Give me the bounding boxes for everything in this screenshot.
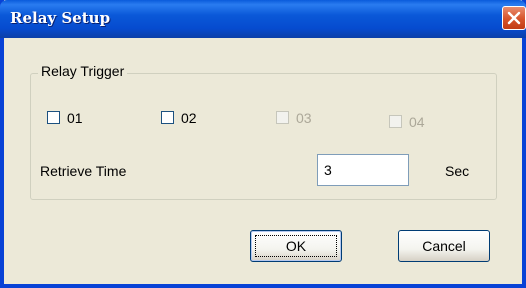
relay-trigger-group [30, 73, 497, 200]
relay-trigger-label: Relay Trigger [38, 63, 128, 79]
checkbox-box [389, 115, 402, 128]
checkbox-box [276, 111, 289, 124]
ok-label: OK [285, 238, 307, 254]
checkbox-box[interactable] [161, 111, 174, 124]
retrieve-time-label: Retrieve Time [40, 163, 127, 179]
relay-03-label: 03 [296, 110, 312, 126]
relay-01-label: 01 [67, 110, 83, 126]
retrieve-time-input[interactable] [317, 154, 409, 186]
ok-button[interactable]: OK [250, 230, 342, 262]
title-bar[interactable]: Relay Setup [0, 0, 526, 38]
relay-04-label: 04 [409, 114, 425, 130]
close-icon [507, 11, 521, 25]
cancel-label: Cancel [422, 238, 466, 254]
checkbox-box[interactable] [47, 111, 60, 124]
close-button[interactable] [502, 6, 526, 30]
retrieve-time-unit: Sec [445, 163, 470, 179]
focus-rect: OK [255, 235, 337, 257]
dialog-title: Relay Setup [10, 9, 111, 27]
cancel-button[interactable]: Cancel [398, 230, 490, 262]
relay-02-label: 02 [181, 110, 197, 126]
